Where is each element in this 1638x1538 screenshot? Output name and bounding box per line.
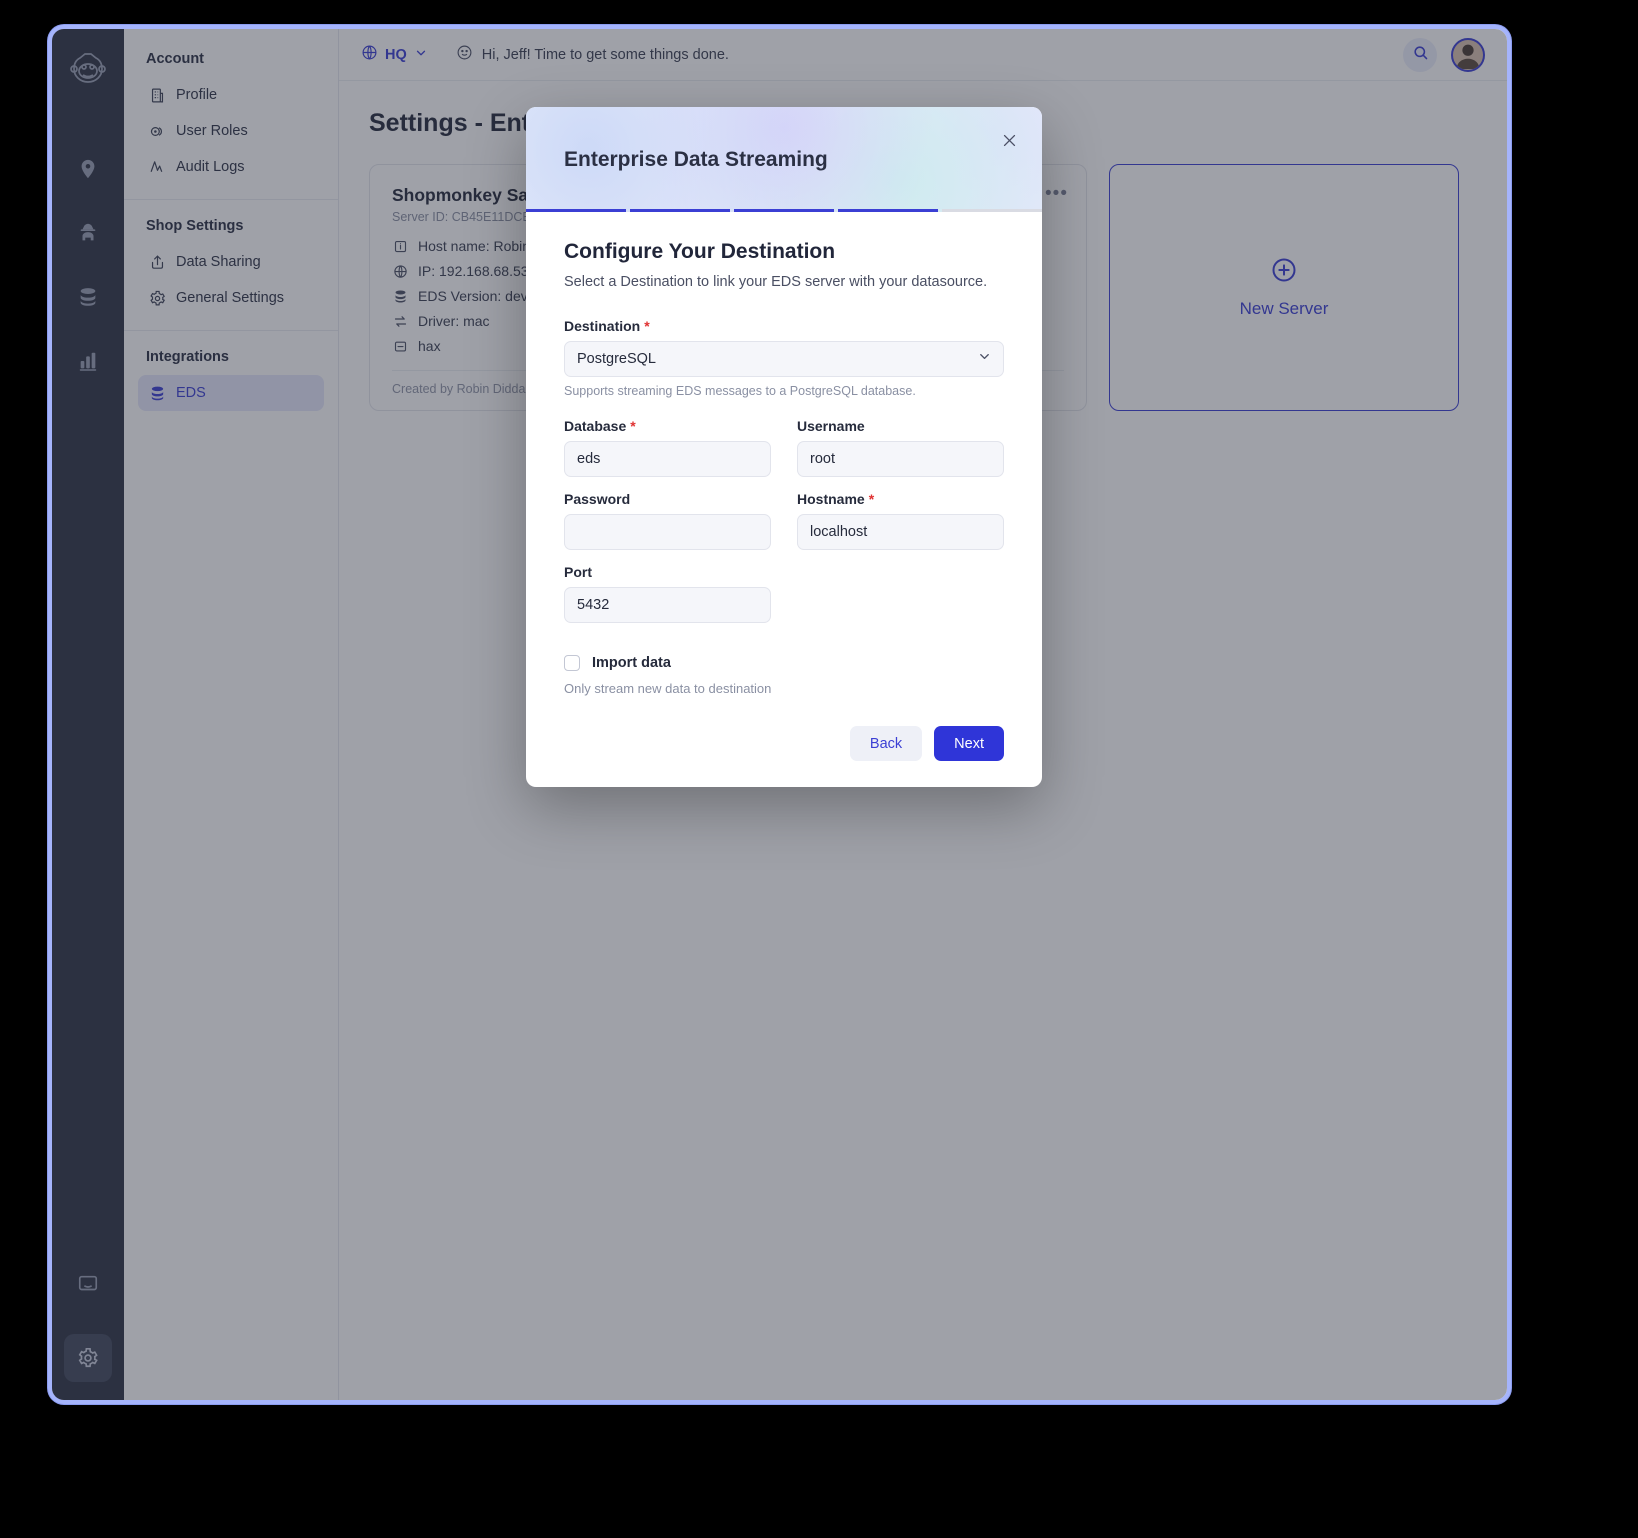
database-field: Database *: [564, 418, 771, 477]
hostname-field: Hostname *: [797, 491, 1004, 550]
hostname-label-text: Hostname: [797, 491, 865, 507]
modal-header: Enterprise Data Streaming: [526, 107, 1042, 212]
import-data-hint: Only stream new data to destination: [564, 681, 772, 696]
progress-step-2: [630, 209, 730, 212]
port-label: Port: [564, 564, 771, 580]
destination-select[interactable]: PostgreSQL: [564, 341, 1004, 377]
back-button[interactable]: Back: [849, 726, 923, 761]
next-button[interactable]: Next: [934, 726, 1004, 761]
database-label-text: Database: [564, 418, 627, 434]
destination-field-group: Destination * PostgreSQL Supports stream…: [564, 318, 1004, 398]
import-data-group: Import data Only stream new data to dest…: [564, 655, 1004, 696]
database-input[interactable]: [564, 441, 771, 477]
close-icon[interactable]: [996, 127, 1022, 153]
port-input[interactable]: [564, 587, 771, 623]
progress-step-5: [942, 209, 1042, 212]
password-label-text: Password: [564, 491, 631, 507]
destination-label-text: Destination: [564, 318, 641, 334]
destination-label: Destination *: [564, 318, 1004, 334]
hostname-input[interactable]: [797, 514, 1004, 550]
wizard-progress: [526, 209, 1042, 212]
required-marker: *: [868, 491, 875, 507]
database-label: Database *: [564, 418, 771, 434]
hostname-label: Hostname *: [797, 491, 1004, 507]
username-field: Username: [797, 418, 1004, 477]
import-data-label[interactable]: Import data: [592, 655, 671, 671]
import-data-checkbox[interactable]: [564, 655, 580, 671]
username-input[interactable]: [797, 441, 1004, 477]
modal-subheading: Select a Destination to link your EDS se…: [564, 274, 988, 290]
import-data-row: Import data: [564, 655, 1004, 671]
port-label-text: Port: [564, 564, 592, 580]
required-marker: *: [644, 318, 650, 334]
modal-title: Enterprise Data Streaming: [564, 147, 828, 171]
destination-select-wrap: PostgreSQL: [564, 341, 1004, 377]
port-field: Port: [564, 564, 771, 623]
modal-body: Configure Your Destination Select a Dest…: [526, 212, 1042, 787]
progress-step-1: [526, 209, 626, 212]
required-marker: *: [630, 418, 636, 434]
progress-step-3: [734, 209, 834, 212]
password-input[interactable]: [564, 514, 771, 550]
progress-step-4: [838, 209, 938, 212]
username-label: Username: [797, 418, 1004, 434]
configure-destination-modal: Enterprise Data Streaming Configure Your…: [526, 107, 1042, 787]
password-field: Password: [564, 491, 771, 550]
password-label: Password: [564, 491, 771, 507]
grid-spacer: [797, 564, 1004, 623]
destination-hint: Supports streaming EDS messages to a Pos…: [564, 384, 916, 398]
connection-fields-grid: Database * Username Password Hostn: [564, 418, 1004, 623]
modal-actions: Back Next: [564, 726, 1004, 761]
modal-heading: Configure Your Destination: [564, 240, 836, 263]
username-label-text: Username: [797, 418, 865, 434]
